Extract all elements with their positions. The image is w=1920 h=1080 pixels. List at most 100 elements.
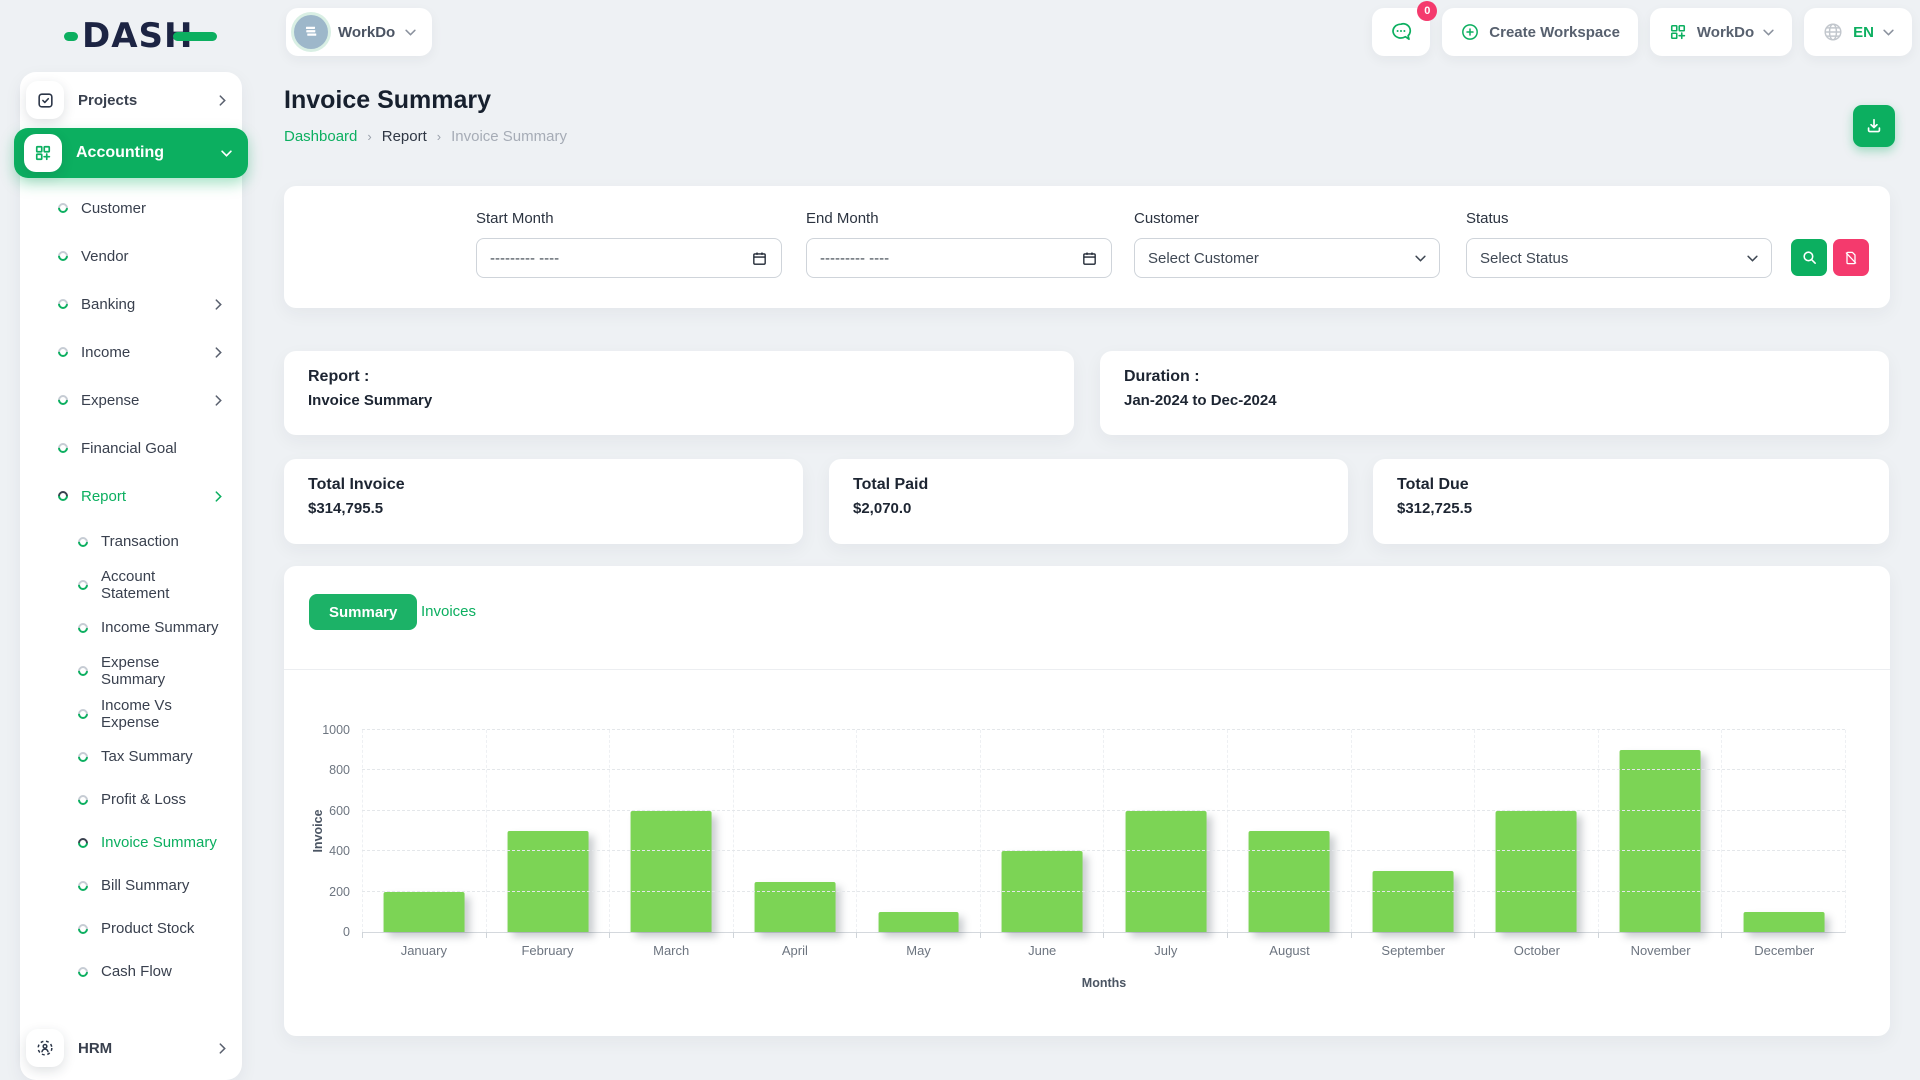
topbar: DASH WorkDo 0 Create Workspace	[0, 0, 1920, 72]
x-tick-label: January	[362, 943, 486, 958]
total-due-label: Total Due	[1397, 476, 1865, 494]
sidebar-item-cash-flow[interactable]: Cash Flow	[20, 950, 242, 993]
sidebar-item-banking[interactable]: Banking	[20, 280, 242, 328]
sidebar-item-label: Customer	[81, 200, 224, 217]
start-month-input[interactable]: --------- ----	[476, 238, 782, 278]
y-tick-label: 1000	[322, 723, 350, 737]
workdo-menu-button[interactable]: WorkDo	[1650, 8, 1792, 56]
sidebar-item-profit-loss[interactable]: Profit & Loss	[20, 778, 242, 821]
sidebar-item-financial-goal[interactable]: Financial Goal	[20, 424, 242, 472]
sidebar-item-label: Report	[81, 488, 213, 505]
x-axis-labels: JanuaryFebruaryMarchAprilMayJuneJulyAugu…	[362, 943, 1846, 958]
sidebar-item-label: Account Statement	[101, 568, 224, 602]
bar-slot	[362, 730, 486, 932]
bar-slot	[1721, 730, 1845, 932]
reset-filter-button[interactable]	[1833, 239, 1869, 276]
chevron-right-icon	[215, 395, 222, 406]
sidebar-item-label: Bill Summary	[101, 877, 224, 894]
accounting-grid-icon	[24, 134, 62, 172]
y-tick-label: 400	[329, 844, 350, 858]
breadcrumb-report[interactable]: Report	[382, 128, 427, 145]
sidebar-item-projects[interactable]: Projects	[20, 78, 242, 122]
filter-panel: Start Month --------- ---- End Month ---…	[284, 186, 1890, 308]
language-selector[interactable]: EN	[1804, 8, 1912, 56]
bar-august[interactable]	[1249, 831, 1330, 932]
bar-slot	[1598, 730, 1722, 932]
app-logo[interactable]: DASH	[64, 16, 217, 56]
end-month-input[interactable]: --------- ----	[806, 238, 1112, 278]
x-tick-label: November	[1599, 943, 1723, 958]
sidebar-item-product-stock[interactable]: Product Stock	[20, 907, 242, 950]
sidebar-item-invoice-summary[interactable]: Invoice Summary	[20, 821, 242, 864]
sidebar-item-customer[interactable]: Customer	[20, 184, 242, 232]
end-month-label: End Month	[806, 210, 879, 227]
sidebar-item-vendor[interactable]: Vendor	[20, 232, 242, 280]
download-button[interactable]	[1853, 105, 1895, 147]
sidebar-item-transaction[interactable]: Transaction	[20, 520, 242, 563]
sidebar-item-label: Product Stock	[101, 920, 224, 937]
sidebar-item-label: Income Summary	[101, 619, 224, 636]
sidebar-item-expense[interactable]: Expense	[20, 376, 242, 424]
tab-divider	[284, 669, 1890, 670]
sidebar-item-hrm[interactable]: HRM	[20, 1026, 242, 1070]
bullet-icon	[76, 835, 90, 849]
bullet-icon	[76, 964, 90, 978]
workspace-selector[interactable]: WorkDo	[286, 8, 432, 56]
sidebar-item-label: Invoice Summary	[101, 834, 224, 851]
bar-october[interactable]	[1496, 811, 1577, 932]
customer-select[interactable]: Select Customer	[1134, 238, 1440, 278]
sidebar-item-label: Financial Goal	[81, 440, 224, 457]
total-invoice-card: Total Invoice $314,795.5	[284, 459, 803, 544]
x-tick-label: September	[1351, 943, 1475, 958]
chevron-right-icon	[215, 491, 222, 502]
workspace-name: WorkDo	[338, 24, 395, 41]
clear-file-icon	[1843, 250, 1859, 266]
bullet-icon	[56, 489, 70, 503]
tab-summary[interactable]: Summary	[309, 594, 417, 630]
bar-march[interactable]	[631, 811, 712, 932]
bar-slot	[1474, 730, 1598, 932]
x-axis-title: Months	[362, 976, 1846, 990]
sidebar-item-label: Cash Flow	[101, 963, 224, 980]
sidebar-item-income[interactable]: Income	[20, 328, 242, 376]
breadcrumb-dashboard[interactable]: Dashboard	[284, 128, 357, 145]
sidebar-item-label: Transaction	[101, 533, 224, 550]
bar-slot	[733, 730, 857, 932]
sidebar-item-expense-summary[interactable]: Expense Summary	[20, 649, 242, 692]
language-code: EN	[1853, 24, 1874, 41]
x-tick-label: June	[980, 943, 1104, 958]
bar-slot	[1103, 730, 1227, 932]
grid-plus-icon	[1668, 22, 1688, 42]
bar-april[interactable]	[755, 882, 836, 933]
bar-may[interactable]	[878, 912, 959, 932]
calendar-icon	[751, 250, 768, 267]
bar-slot	[609, 730, 733, 932]
bar-june[interactable]	[1002, 851, 1083, 932]
plus-circle-icon	[1460, 22, 1480, 42]
sidebar-item-report[interactable]: Report	[20, 472, 242, 520]
status-select-value: Select Status	[1480, 250, 1568, 267]
messages-button[interactable]: 0	[1372, 8, 1430, 56]
create-workspace-label: Create Workspace	[1489, 24, 1620, 41]
sidebar-item-income-vs-expense[interactable]: Income Vs Expense	[20, 692, 242, 735]
sidebar-item-tax-summary[interactable]: Tax Summary	[20, 735, 242, 778]
bar-july[interactable]	[1125, 811, 1206, 932]
breadcrumb-separator: ›	[367, 129, 371, 144]
chevron-right-icon	[215, 347, 222, 358]
chevron-down-icon	[1415, 255, 1426, 262]
bullet-icon	[76, 706, 90, 720]
sidebar-item-income-summary[interactable]: Income Summary	[20, 606, 242, 649]
sidebar-item-accounting[interactable]: Accounting	[14, 128, 248, 178]
bar-january[interactable]	[384, 892, 465, 932]
x-tick-label: October	[1475, 943, 1599, 958]
bar-november[interactable]	[1620, 750, 1701, 932]
sidebar-item-account-statement[interactable]: Account Statement	[20, 563, 242, 606]
bar-december[interactable]	[1743, 912, 1824, 932]
bar-february[interactable]	[507, 831, 588, 932]
create-workspace-button[interactable]: Create Workspace	[1442, 8, 1638, 56]
sidebar-item-bill-summary[interactable]: Bill Summary	[20, 864, 242, 907]
status-select[interactable]: Select Status	[1466, 238, 1772, 278]
apply-filter-button[interactable]	[1791, 239, 1827, 276]
bar-september[interactable]	[1372, 871, 1453, 932]
tab-invoices[interactable]: Invoices	[421, 603, 476, 620]
